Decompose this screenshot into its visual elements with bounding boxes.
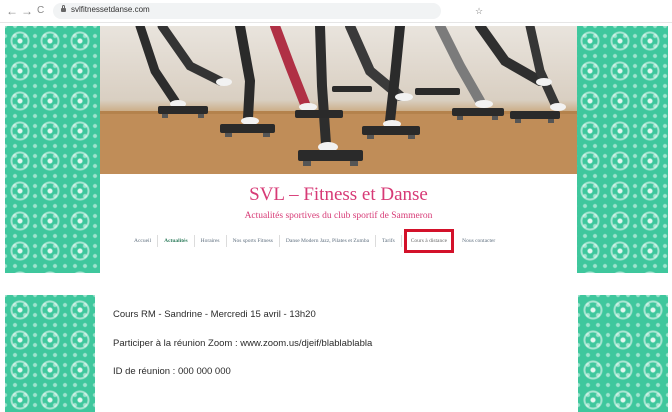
menu-item-danse-modern-jazz[interactable]: Danse Modern Jazz, Pilates et Zumba (280, 235, 377, 247)
menu-item-horaires[interactable]: Horaires (195, 235, 227, 247)
menu-item-tarifs[interactable]: Tarifs (376, 235, 402, 247)
menu-item-nos-sports-fitness[interactable]: Nos sports Fitness (227, 235, 280, 247)
forward-arrow-icon[interactable]: → (21, 4, 33, 18)
post-content: Cours RM - Sandrine - Mercredi 15 avril … (100, 295, 577, 412)
bookmark-star-icon[interactable]: ☆ (475, 6, 483, 17)
main-menu: Accueil Actualités Horaires Nos sports F… (128, 229, 501, 253)
course-info-line: Cours RM - Sandrine - Mercredi 15 avril … (113, 309, 316, 320)
reload-icon[interactable]: C (37, 4, 44, 18)
site-title[interactable]: SVL – Fitness et Danse (100, 184, 577, 206)
zoom-link-line[interactable]: Participer à la réunion Zoom : www.zoom.… (113, 338, 372, 349)
menu-item-cours-a-distance[interactable]: Cours à distance (403, 229, 455, 253)
background-pattern-right (578, 295, 668, 412)
browser-toolbar: ← → C svlfitnessetdanse.com ☆ (0, 0, 672, 23)
menu-item-nous-contacter[interactable]: Nous contacter (456, 235, 501, 247)
url-text: svlfitnessetdanse.com (71, 5, 150, 14)
address-bar[interactable]: svlfitnessetdanse.com ☆ (53, 3, 483, 19)
lock-icon (61, 5, 66, 12)
menu-item-actualites[interactable]: Actualités (158, 235, 195, 247)
menu-item-accueil[interactable]: Accueil (128, 235, 159, 247)
step-aerobics-photo (100, 26, 577, 174)
background-pattern-left (5, 295, 95, 412)
back-arrow-icon[interactable]: ← (6, 4, 18, 18)
site-tagline: Actualités sportives du club sportif de … (244, 211, 433, 221)
site-header: SVL – Fitness et Danse Actualités sporti… (100, 26, 577, 273)
hero-image (100, 26, 577, 174)
meeting-id-line: ID de réunion : 000 000 000 (113, 366, 231, 377)
